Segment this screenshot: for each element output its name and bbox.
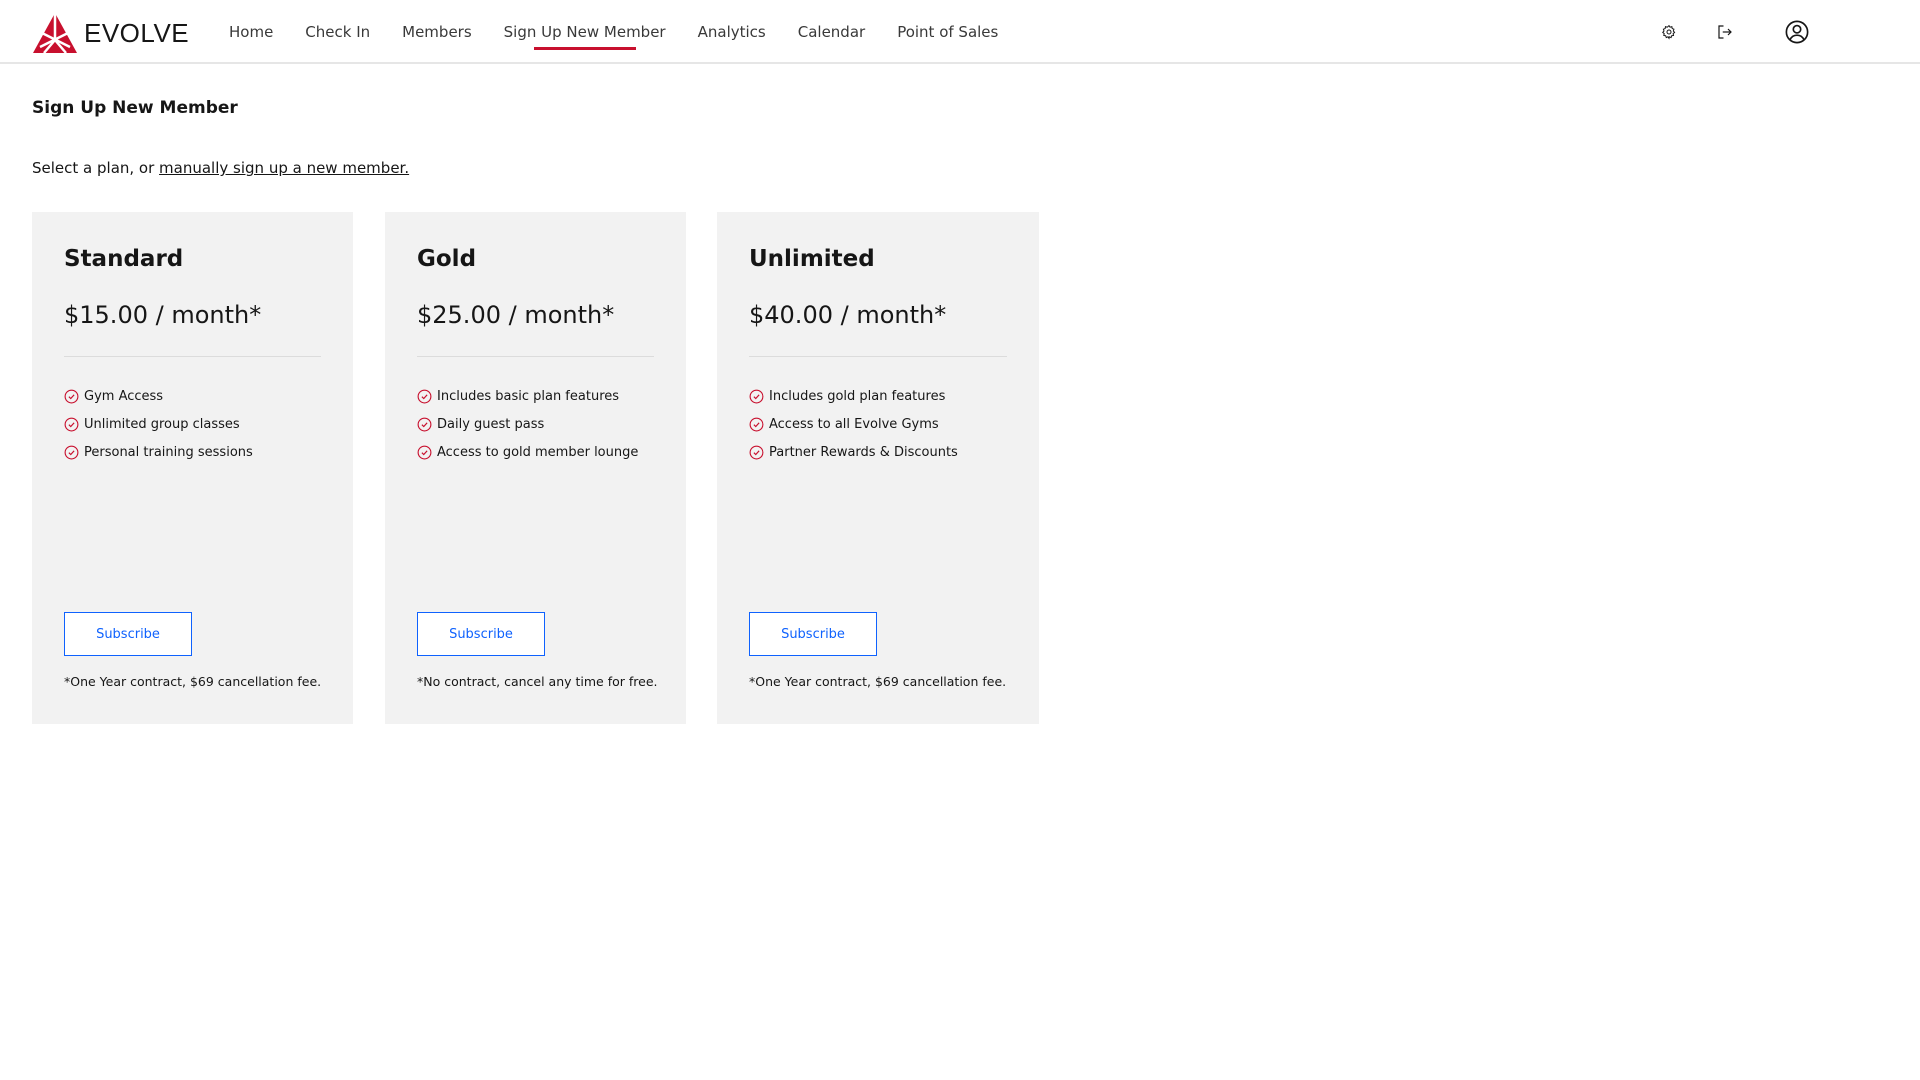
feature-item: Daily guest pass xyxy=(417,410,638,438)
feature-label: Personal training sessions xyxy=(84,444,253,460)
plan-name: Gold xyxy=(417,246,477,272)
feature-label: Includes basic plan features xyxy=(437,388,620,404)
feature-item: Includes gold plan features xyxy=(749,382,958,410)
subscribe-button-standard[interactable]: Subscribe xyxy=(64,612,192,656)
feature-item: Gym Access xyxy=(64,382,253,410)
plan-terms: *No contract, cancel any time for free. xyxy=(417,674,658,689)
feature-label: Includes gold plan features xyxy=(769,388,946,404)
profile-button[interactable] xyxy=(1784,19,1810,45)
feature-label: Access to all Evolve Gyms xyxy=(769,416,939,432)
main-nav: Home Check In Members Sign Up New Member… xyxy=(213,0,1014,62)
plan-price: $40.00 / month* xyxy=(749,301,947,329)
check-circle-icon xyxy=(749,417,764,431)
manual-sign-up-link[interactable]: manually sign up a new member. xyxy=(159,159,409,177)
nav-item-members[interactable]: Members xyxy=(402,0,472,62)
nav-item-analytics[interactable]: Analytics xyxy=(698,0,766,62)
plan-terms: *One Year contract, $69 cancellation fee… xyxy=(749,674,1007,689)
feature-list: Includes gold plan features Access to al… xyxy=(749,382,958,466)
feature-label: Partner Rewards & Discounts xyxy=(769,444,958,460)
divider xyxy=(64,356,321,357)
feature-list: Includes basic plan features Daily guest… xyxy=(417,382,638,466)
check-circle-icon xyxy=(417,445,432,459)
nav-item-calendar[interactable]: Calendar xyxy=(798,0,865,62)
plan-card-gold: Gold $25.00 / month* Includes basic plan… xyxy=(385,212,686,724)
feature-label: Access to gold member lounge xyxy=(437,444,639,460)
divider xyxy=(417,356,654,357)
check-circle-icon xyxy=(417,389,432,403)
check-circle-icon xyxy=(749,389,764,403)
plan-name: Unlimited xyxy=(749,246,875,272)
user-avatar-icon xyxy=(1785,20,1809,44)
feature-item: Partner Rewards & Discounts xyxy=(749,438,958,466)
check-circle-icon xyxy=(64,389,79,403)
check-circle-icon xyxy=(64,445,79,459)
feature-label: Daily guest pass xyxy=(437,416,545,432)
page-title: Sign Up New Member xyxy=(32,98,238,118)
check-circle-icon xyxy=(749,445,764,459)
logout-icon xyxy=(1718,25,1732,39)
nav-item-point-of-sales[interactable]: Point of Sales xyxy=(897,0,998,62)
gear-icon xyxy=(1662,24,1676,40)
check-circle-icon xyxy=(417,417,432,431)
nav-item-home[interactable]: Home xyxy=(229,0,273,62)
logout-button[interactable] xyxy=(1714,21,1736,43)
feature-label: Unlimited group classes xyxy=(84,416,240,432)
check-circle-icon xyxy=(64,417,79,431)
nav-item-sign-up-new-member[interactable]: Sign Up New Member xyxy=(504,0,666,62)
settings-button[interactable] xyxy=(1658,21,1680,43)
divider xyxy=(749,356,1007,357)
brand-name: EVOLVE xyxy=(84,17,190,48)
top-navigation-bar: EVOLVE Home Check In Members Sign Up New… xyxy=(0,0,1920,64)
feature-item: Personal training sessions xyxy=(64,438,253,466)
plan-card-unlimited: Unlimited $40.00 / month* Includes gold … xyxy=(717,212,1039,724)
brand-logo[interactable]: EVOLVE xyxy=(32,12,189,54)
plan-terms: *One Year contract, $69 cancellation fee… xyxy=(64,674,322,689)
subscribe-button-unlimited[interactable]: Subscribe xyxy=(749,612,877,656)
triangle-logo-icon xyxy=(33,13,77,54)
feature-item: Unlimited group classes xyxy=(64,410,253,438)
feature-item: Access to all Evolve Gyms xyxy=(749,410,958,438)
plan-price: $15.00 / month* xyxy=(64,301,262,329)
subscribe-button-gold[interactable]: Subscribe xyxy=(417,612,545,656)
intro-prefix: Select a plan, or xyxy=(32,159,160,177)
feature-item: Includes basic plan features xyxy=(417,382,638,410)
plan-name: Standard xyxy=(64,246,184,272)
feature-label: Gym Access xyxy=(84,388,164,404)
feature-list: Gym Access Unlimited group classes Perso… xyxy=(64,382,253,466)
feature-item: Access to gold member lounge xyxy=(417,438,638,466)
nav-item-check-in[interactable]: Check In xyxy=(305,0,370,62)
plan-card-standard: Standard $15.00 / month* Gym Access Unli… xyxy=(32,212,353,724)
intro-text: Select a plan, or manually sign up a new… xyxy=(32,159,409,177)
plan-price: $25.00 / month* xyxy=(417,301,615,329)
